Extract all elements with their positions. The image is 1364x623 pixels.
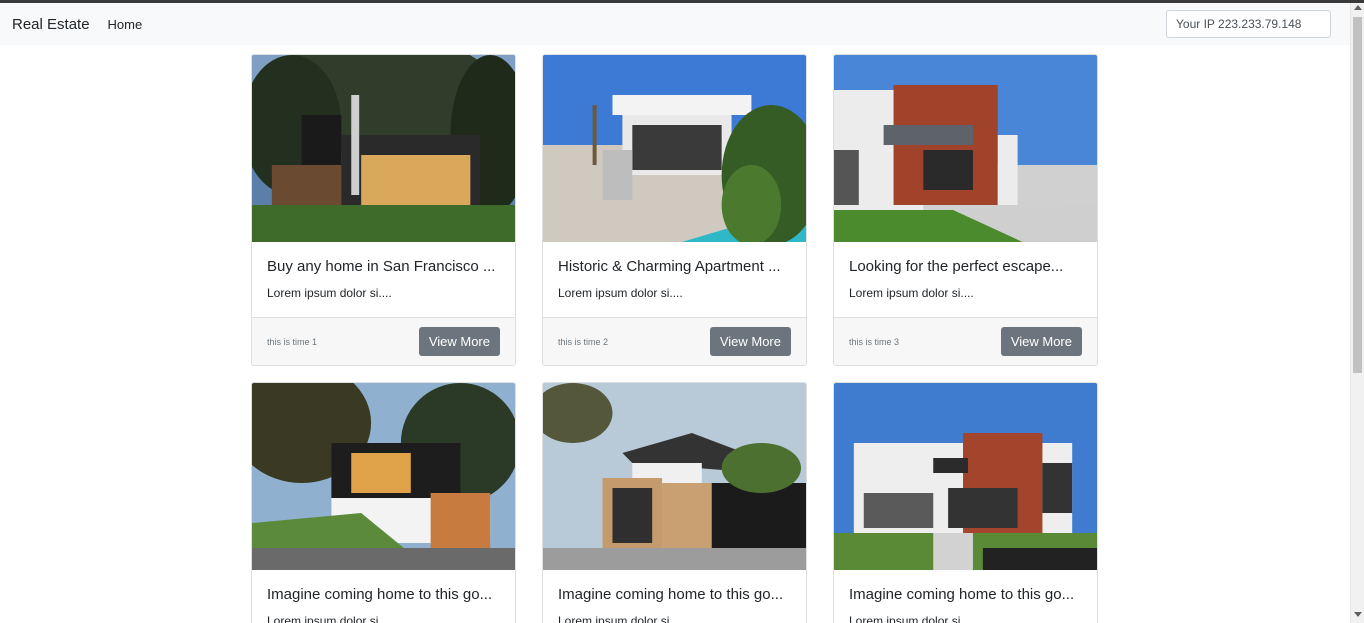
listing-card: Buy any home in San Francisco ... Lorem … — [251, 54, 516, 366]
card-footer: this is time 2 View More — [543, 317, 806, 365]
listing-card: Historic & Charming Apartment ... Lorem … — [542, 54, 807, 366]
listing-card: Looking for the perfect escape... Lorem … — [833, 54, 1098, 366]
card-footer: this is time 1 View More — [252, 317, 515, 365]
listing-image[interactable] — [834, 383, 1097, 570]
listing-image[interactable] — [543, 383, 806, 570]
card-title[interactable]: Historic & Charming Apartment ... — [558, 258, 791, 275]
scroll-down-arrow-icon[interactable] — [1354, 612, 1362, 617]
card-text: Lorem ipsum dolor si.... — [267, 614, 392, 623]
view-more-button[interactable]: View More — [1000, 327, 1082, 356]
scrollbar-thumb[interactable] — [1353, 17, 1362, 373]
listing-grid: Buy any home in San Francisco ... Lorem … — [251, 54, 1099, 623]
listing-image[interactable] — [543, 55, 806, 242]
listing-card: Imagine coming home to this go... Lorem … — [542, 382, 807, 623]
view-more-button[interactable]: View More — [709, 327, 791, 356]
card-text: Lorem ipsum dolor si.... — [558, 614, 683, 623]
vertical-scrollbar[interactable] — [1350, 3, 1364, 623]
nav-link-home[interactable]: Home — [108, 17, 143, 32]
card-title[interactable]: Imagine coming home to this go... — [558, 586, 791, 603]
card-title[interactable]: Imagine coming home to this go... — [849, 586, 1082, 603]
listing-card: Imagine coming home to this go... Lorem … — [251, 382, 516, 623]
listing-image[interactable] — [834, 55, 1097, 242]
card-time: this is time 1 — [267, 336, 318, 347]
card-text: Lorem ipsum dolor si.... — [849, 614, 974, 623]
card-time: this is time 3 — [849, 336, 900, 347]
card-footer: this is time 3 View More — [834, 317, 1097, 365]
card-text: Lorem ipsum dolor si.... — [849, 286, 974, 300]
card-title[interactable]: Imagine coming home to this go... — [267, 586, 500, 603]
ip-address-field[interactable]: Your IP 223.233.79.148 — [1166, 10, 1331, 38]
card-title[interactable]: Looking for the perfect escape... — [849, 258, 1082, 275]
listing-image[interactable] — [252, 55, 515, 242]
card-title[interactable]: Buy any home in San Francisco ... — [267, 258, 500, 275]
navbar: Real Estate Home Your IP 223.233.79.148 — [0, 3, 1350, 45]
listing-image[interactable] — [252, 383, 515, 570]
card-text: Lorem ipsum dolor si.... — [267, 286, 392, 300]
view-more-button[interactable]: View More — [418, 327, 500, 356]
card-text: Lorem ipsum dolor si.... — [558, 286, 683, 300]
listing-card: Imagine coming home to this go... Lorem … — [833, 382, 1098, 623]
scroll-up-arrow-icon[interactable] — [1354, 5, 1362, 10]
card-time: this is time 2 — [558, 336, 609, 347]
brand-link[interactable]: Real Estate — [12, 16, 90, 33]
